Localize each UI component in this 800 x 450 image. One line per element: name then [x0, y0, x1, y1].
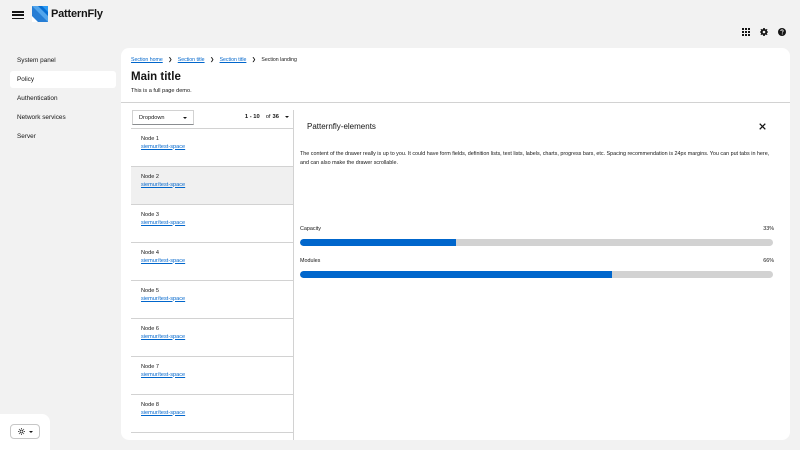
drawer-panel: Patternfly-elements The content of the d…	[294, 110, 790, 440]
node-link[interactable]: siemur/test-space	[141, 334, 293, 340]
help-icon[interactable]	[778, 28, 786, 36]
breadcrumb-current: Section landing	[261, 57, 297, 63]
node-link[interactable]: siemur/test-space	[141, 410, 293, 416]
progress-label: Capacity	[300, 226, 321, 232]
progress-capacity: Capacity 33%	[300, 226, 774, 246]
drawer-title: Patternfly-elements	[307, 122, 376, 131]
node-title: Node 1	[141, 136, 160, 142]
brand-logo[interactable]: PatternFly	[32, 6, 103, 22]
progress-fill	[300, 271, 613, 278]
list-item[interactable]: Node 7 siemur/test-space	[131, 357, 293, 395]
node-link[interactable]: siemur/test-space	[141, 258, 293, 264]
brand-name: PatternFly	[51, 8, 103, 20]
pagination-total: 36	[272, 114, 279, 120]
theme-toggle-area	[0, 414, 50, 450]
sidebar-item-system-panel[interactable]: System panel	[10, 52, 116, 69]
sidebar-item-authentication[interactable]: Authentication	[10, 90, 116, 107]
theme-toggle-button[interactable]	[10, 424, 40, 439]
grid-icon[interactable]	[742, 28, 750, 36]
chevron-right-icon: ❯	[168, 57, 173, 63]
node-link[interactable]: siemur/test-space	[141, 296, 293, 302]
pagination-range: 1 - 10	[244, 114, 260, 120]
node-link[interactable]: siemur/test-space	[141, 182, 293, 188]
pagination-of: of	[265, 114, 271, 120]
node-title: Node 3	[141, 212, 160, 218]
gear-icon[interactable]	[760, 28, 768, 36]
breadcrumb-item-section-title-2[interactable]: Section title	[220, 57, 247, 63]
progress-modules: Modules 66%	[300, 258, 774, 278]
list-item-selected[interactable]: Node 2 siemur/test-space	[131, 167, 293, 205]
sun-icon	[17, 428, 25, 435]
list-item[interactable]: Node 6 siemur/test-space	[131, 319, 293, 357]
progress-value: 33%	[763, 226, 774, 232]
masthead: PatternFly	[0, 0, 800, 46]
list-item[interactable]: Node 5 siemur/test-space	[131, 281, 293, 319]
progress-track	[300, 271, 773, 278]
node-title: Node 7	[141, 364, 160, 370]
progress-label: Modules	[300, 258, 321, 264]
dropdown-toggle[interactable]: Dropdown	[132, 110, 194, 125]
chevron-down-icon	[285, 116, 289, 118]
main-panel: Section home ❯ Section title ❯ Section t…	[121, 48, 790, 440]
progress-track	[300, 239, 773, 246]
node-title: Node 2	[141, 174, 160, 180]
drawer-body-text: The content of the drawer really is up t…	[300, 151, 770, 166]
chevron-right-icon: ❯	[251, 57, 256, 63]
breadcrumb-item-section-home[interactable]: Section home	[131, 57, 163, 63]
page-description: This is a full page demo.	[131, 88, 192, 94]
patternfly-logo-icon	[32, 6, 48, 22]
list-item[interactable]: Node 3 siemur/test-space	[131, 205, 293, 243]
node-title: Node 4	[141, 250, 160, 256]
node-link[interactable]: siemur/test-space	[141, 372, 293, 378]
list-item[interactable]: Node 4 siemur/test-space	[131, 243, 293, 281]
sidebar-item-server[interactable]: Server	[10, 128, 116, 145]
list-item[interactable]: Node 8 siemur/test-space	[131, 395, 293, 433]
progress-fill	[300, 239, 457, 246]
progress-value: 66%	[763, 258, 774, 264]
dropdown-label: Dropdown	[139, 114, 165, 121]
sidebar-item-network-services[interactable]: Network services	[10, 109, 116, 126]
node-link[interactable]: siemur/test-space	[141, 144, 293, 150]
node-list: Node 1 siemur/test-space Node 2 siemur/t…	[131, 128, 293, 433]
sidebar-item-policy[interactable]: Policy	[10, 71, 116, 88]
node-title: Node 8	[141, 402, 160, 408]
chevron-down-icon	[28, 430, 33, 433]
node-title: Node 5	[141, 288, 160, 294]
breadcrumb: Section home ❯ Section title ❯ Section t…	[131, 57, 297, 63]
divider	[121, 102, 790, 103]
list-item[interactable]: Node 1 siemur/test-space	[131, 129, 293, 167]
node-title: Node 6	[141, 326, 160, 332]
node-link[interactable]: siemur/test-space	[141, 220, 293, 226]
menu-icon[interactable]	[12, 10, 24, 20]
chevron-down-icon	[183, 116, 187, 119]
page-title: Main title	[131, 71, 181, 83]
masthead-tools	[742, 28, 786, 36]
list-toolbar: Dropdown 1 - 10 of 36	[130, 110, 293, 126]
pagination-toggle[interactable]: 1 - 10 of 36	[245, 114, 289, 120]
close-button[interactable]	[759, 123, 767, 131]
chevron-right-icon: ❯	[209, 57, 215, 63]
sidebar-nav: System panel Policy Authentication Netwo…	[0, 52, 121, 147]
node-list-panel: Dropdown 1 - 10 of 36 Node 1 siemur/test…	[130, 110, 294, 440]
breadcrumb-item-section-title-1[interactable]: Section title	[178, 57, 205, 63]
close-icon	[759, 123, 766, 130]
